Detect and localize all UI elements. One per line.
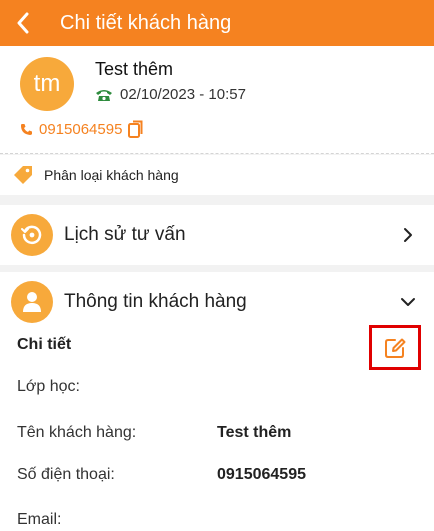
chevron-right-icon[interactable] — [388, 215, 428, 255]
edit-button[interactable] — [369, 325, 421, 370]
customer-info-section[interactable]: Thông tin khách hàng — [0, 272, 434, 332]
classification-label: Phân loại khách hàng — [44, 167, 179, 183]
field-label-email: Email: — [17, 511, 62, 528]
phone-icon — [21, 124, 32, 135]
field-label-phone: Số điện thoại: — [17, 466, 115, 483]
detail-panel: Chi tiết Lớp học: Tên khách hàng: Test t… — [0, 325, 434, 531]
customer-info-title: Thông tin khách hàng — [64, 291, 247, 312]
field-label-class: Lớp học: — [17, 378, 80, 395]
detail-title: Chi tiết — [17, 336, 72, 353]
field-value-phone: 0915064595 — [217, 466, 306, 483]
copy-icon[interactable] — [128, 120, 144, 139]
edit-icon — [385, 338, 406, 358]
customer-name: Test thêm — [95, 59, 174, 79]
back-button[interactable] — [0, 0, 46, 46]
field-value-name: Test thêm — [217, 424, 292, 441]
phone-number[interactable]: 0915064595 — [39, 121, 122, 138]
app-header: Chi tiết khách hàng — [0, 0, 434, 46]
page-title: Chi tiết khách hàng — [60, 11, 232, 34]
created-date-row: 02/10/2023 - 10:57 — [95, 86, 246, 103]
customer-card: tm Test thêm 02/10/2023 - 10:57 09150645… — [0, 46, 434, 154]
customer-classification[interactable]: Phân loại khách hàng — [0, 155, 434, 195]
chevron-left-icon — [17, 12, 29, 34]
phone-row: 0915064595 — [20, 120, 144, 139]
created-date: 02/10/2023 - 10:57 — [120, 86, 246, 103]
telephone-icon — [96, 89, 112, 101]
user-icon — [11, 281, 53, 323]
avatar: tm — [20, 57, 74, 111]
consultation-history-title: Lịch sử tư vấn — [64, 224, 186, 245]
avatar-initials: tm — [33, 70, 61, 97]
field-label-name: Tên khách hàng: — [17, 424, 137, 441]
history-icon — [11, 214, 53, 256]
consultation-history-section[interactable]: Lịch sử tư vấn — [0, 205, 434, 265]
chevron-down-icon[interactable] — [388, 282, 428, 322]
tag-icon — [14, 166, 32, 184]
